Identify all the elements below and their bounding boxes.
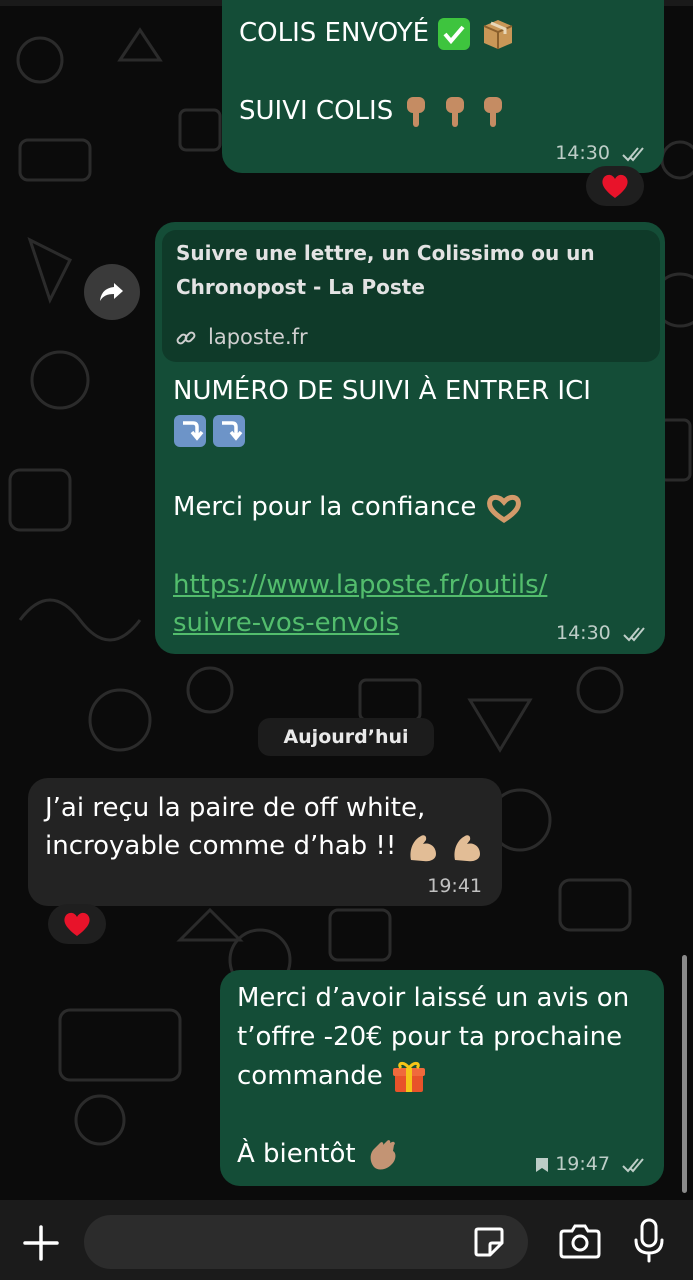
message-time: 19:41 (427, 875, 482, 897)
pointing-hand-emoji (445, 96, 464, 127)
message-time: 14:30 (555, 142, 610, 164)
bookmark-icon (536, 1157, 549, 1172)
message-input[interactable] (84, 1215, 528, 1269)
plus-icon[interactable] (22, 1224, 60, 1262)
message-text-line: Merci d’avoir laissé un avis on (237, 983, 630, 1013)
tracking-link[interactable]: https://www.laposte.fr/outils/ (173, 566, 547, 604)
message-text-line: t’offre -20€ pour ta prochaine (237, 1022, 623, 1052)
heart-icon (602, 174, 628, 198)
message-text-line: COLIS ENVOYÉ (239, 14, 516, 52)
heart-icon (64, 912, 90, 936)
waving-hand-emoji (370, 1139, 396, 1169)
double-check-icon (622, 1157, 644, 1172)
down-arrow-emoji (174, 415, 206, 447)
message-meta: 19:47 (535, 1153, 648, 1175)
message-bubble-incoming[interactable]: J’ai reçu la paire de off white, incroya… (28, 778, 502, 906)
heart-hands-emoji (486, 494, 521, 523)
down-arrow-emoji (213, 415, 246, 447)
message-time: 19:47 (555, 1153, 610, 1175)
reaction-badge[interactable] (586, 166, 644, 206)
preview-title: Chronopost - La Poste (176, 275, 425, 299)
message-text-line: NUMÉRO DE SUIVI À ENTRER ICI (173, 376, 591, 406)
message-meta: 14:30 (556, 622, 649, 644)
microphone-icon[interactable] (632, 1218, 666, 1264)
message-bubble-outgoing[interactable]: Merci d’avoir laissé un avis on t’offre … (220, 970, 664, 1186)
message-time: 14:30 (556, 622, 611, 644)
double-check-icon (622, 146, 644, 161)
pointing-hand-emoji (484, 96, 502, 127)
scrollbar[interactable] (682, 955, 687, 1193)
check-mark-emoji (438, 17, 471, 50)
message-text-line: commande (237, 1057, 427, 1095)
link-icon (176, 331, 196, 345)
gift-emoji (393, 1061, 426, 1092)
pointing-hand-emoji (407, 96, 426, 127)
preview-title: Suivre une lettre, un Colissimo ou un (176, 241, 595, 265)
date-separator: Aujourd’hui (258, 718, 434, 756)
message-text-line: J’ai reçu la paire de off white, (45, 793, 426, 823)
message-text-line: Merci pour la confiance (173, 488, 523, 526)
message-bubble-outgoing[interactable]: COLIS ENVOYÉ SUIVI COLIS 14:30 (222, 0, 664, 173)
preview-domain: laposte.fr (208, 325, 308, 349)
flexed-biceps-emoji (454, 834, 480, 861)
forward-icon (100, 283, 123, 301)
flexed-biceps-emoji (410, 834, 436, 861)
arrow-emojis (173, 414, 246, 448)
tracking-link[interactable]: suivre-vos-envois (173, 604, 399, 642)
link-preview-card[interactable]: Suivre une lettre, un Colissimo ou un Ch… (162, 230, 660, 362)
message-text-line: incroyable comme d’hab !! (45, 827, 485, 865)
reaction-badge[interactable] (48, 904, 106, 944)
package-emoji (483, 19, 513, 49)
message-meta: 14:30 (555, 142, 648, 164)
sticker-icon[interactable] (472, 1225, 506, 1259)
camera-icon[interactable] (558, 1224, 602, 1260)
message-text-line: À bientôt (237, 1135, 402, 1173)
double-check-icon (623, 626, 645, 641)
forward-button[interactable] (84, 264, 140, 320)
message-text-line: SUIVI COLIS (239, 92, 508, 130)
message-meta: 19:41 (427, 875, 482, 897)
